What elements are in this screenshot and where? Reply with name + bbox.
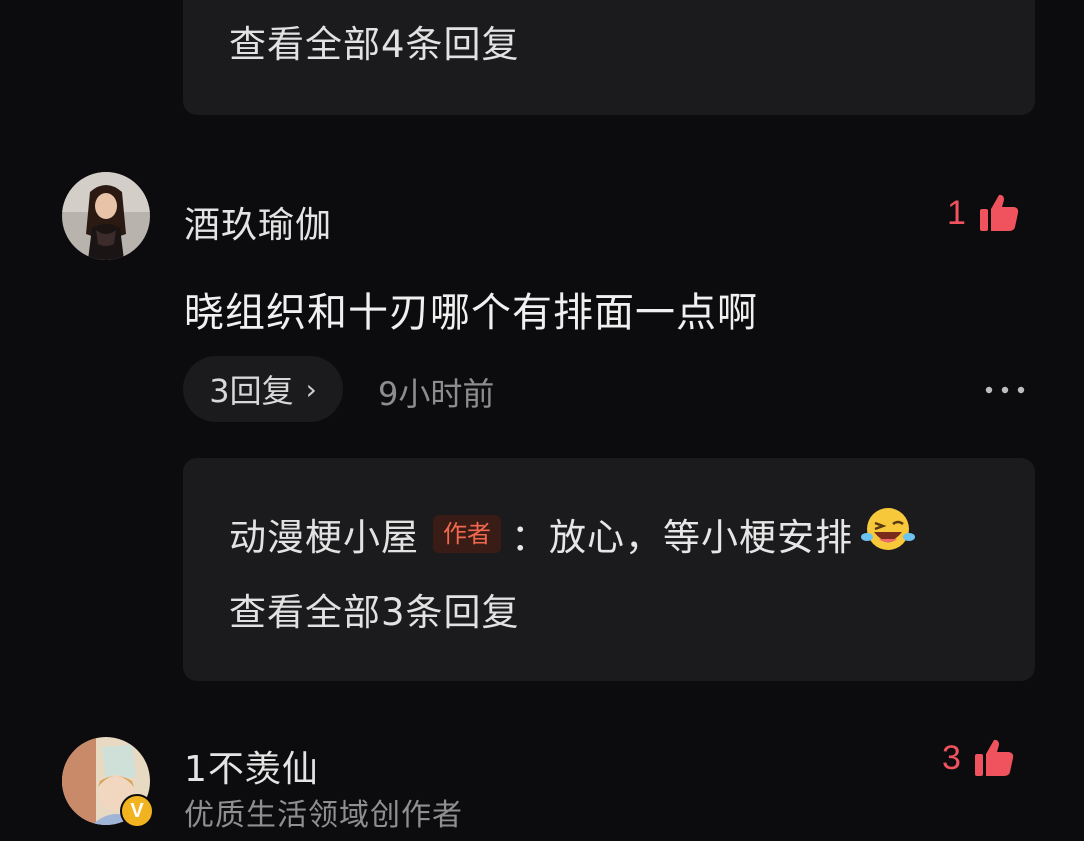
- thumbs-up-icon: [974, 739, 1014, 776]
- verified-badge-icon: V: [120, 794, 154, 828]
- reply-preview-box: 查看全部4条回复: [183, 0, 1035, 115]
- comment-timestamp: 9小时前: [378, 375, 495, 413]
- like-button[interactable]: 1: [947, 192, 1020, 234]
- comment-username[interactable]: 酒玖瑜伽: [184, 196, 332, 248]
- replies-button[interactable]: 3回复 ›: [183, 356, 343, 422]
- like-count: 3: [942, 738, 961, 777]
- user-title: 优质生活领域创作者: [184, 798, 463, 833]
- sub-reply-author[interactable]: 动漫梗小屋: [229, 507, 419, 561]
- avatar[interactable]: [62, 172, 150, 260]
- chevron-right-icon: ›: [305, 372, 317, 406]
- comment-section: 查看全部4条回复 酒玖瑜伽 1 晓组织和十刃哪个有排面一点啊 3回复 › 9小时…: [0, 0, 1084, 841]
- sub-reply-text: ：放心，等小梗安排: [511, 515, 853, 559]
- reply-preview-box: 动漫梗小屋 作者 ：放心，等小梗安排 查看全部3条回复: [183, 458, 1035, 681]
- comment-username[interactable]: 1不羡仙: [184, 740, 319, 792]
- laughing-wink-emoji-icon: [859, 504, 917, 563]
- reply-count-label: 3回复: [209, 372, 294, 410]
- sub-reply[interactable]: 动漫梗小屋 作者 ：放心，等小梗安排: [229, 504, 917, 563]
- more-dots-icon[interactable]: [980, 370, 1030, 410]
- view-all-replies-link[interactable]: 查看全部3条回复: [229, 582, 520, 636]
- like-count: 1: [947, 193, 966, 232]
- thumbs-up-icon: [979, 194, 1019, 231]
- view-all-replies-link[interactable]: 查看全部4条回复: [229, 14, 520, 68]
- comment-text: 晓组织和十刃哪个有排面一点啊: [184, 290, 758, 336]
- like-button[interactable]: 3: [942, 737, 1015, 779]
- avatar-photo: [62, 172, 150, 260]
- author-badge: 作者: [433, 514, 501, 553]
